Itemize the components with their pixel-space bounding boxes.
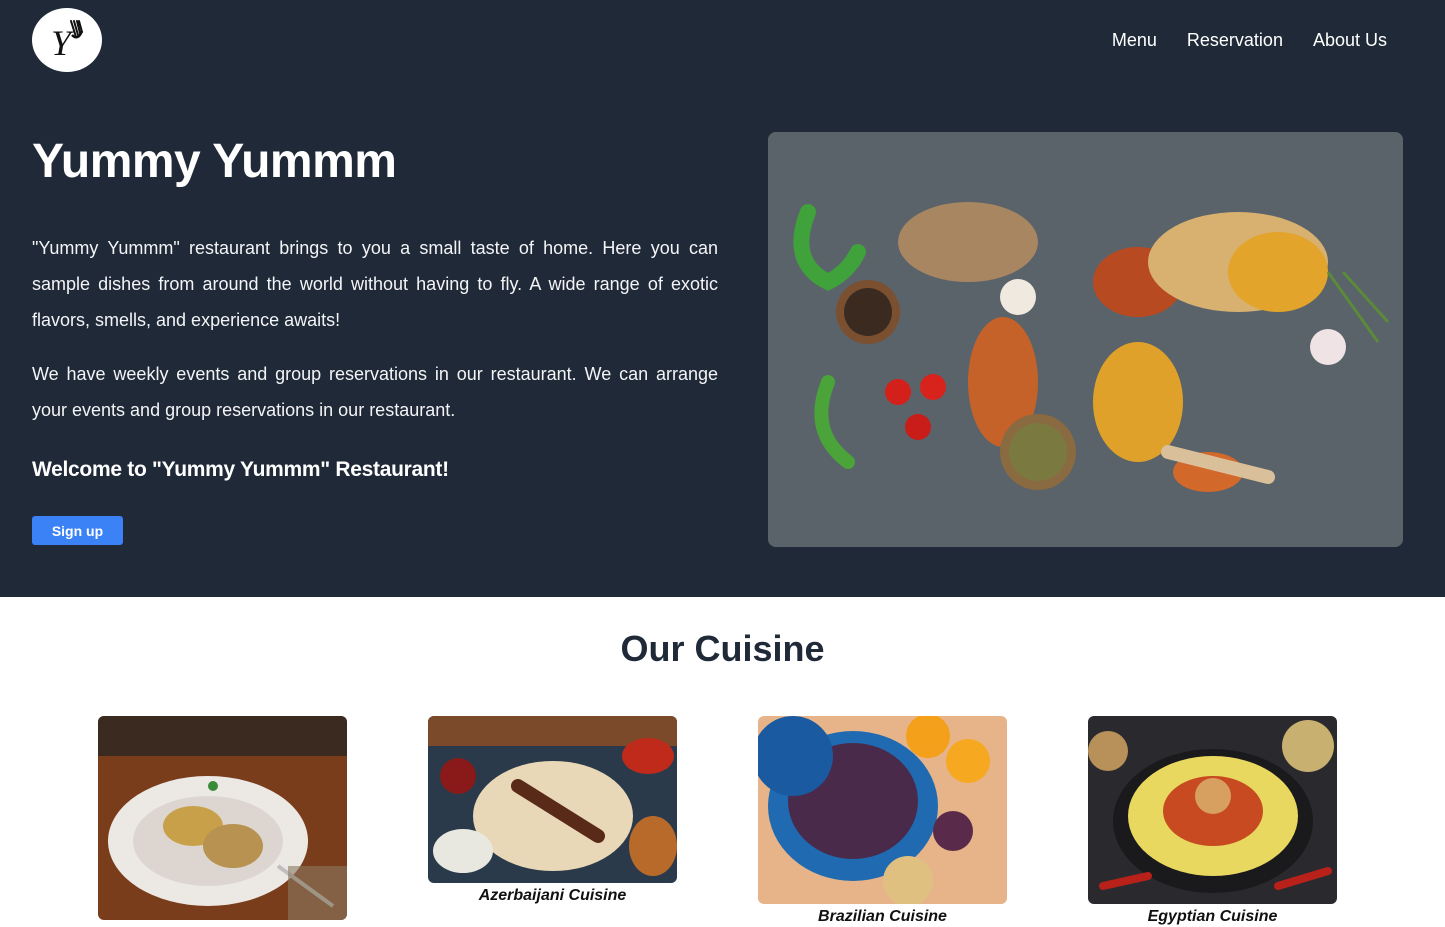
nav-links: Menu Reservation About Us — [1112, 28, 1387, 52]
stuffed-cabbage-image — [98, 716, 347, 920]
nav-about-link[interactable]: About Us — [1313, 28, 1387, 52]
fork-y-logo-icon: Y — [51, 20, 84, 63]
signup-button[interactable]: Sign up — [32, 516, 123, 545]
card-label: Egyptian Cuisine — [1147, 908, 1278, 925]
hero-section: Y Menu Reservation About Us Yummy Yummm … — [0, 0, 1445, 597]
restaurant-logo[interactable]: Y — [32, 8, 102, 72]
page-title: Yummy Yummm — [32, 135, 397, 188]
nav-menu-link[interactable]: Menu — [1112, 28, 1157, 52]
spices-world-map-image — [768, 132, 1403, 547]
intro-paragraph: "Yummy Yummm" restaurant brings to you a… — [32, 238, 718, 330]
events-paragraph: We have weekly events and group reservat… — [32, 364, 718, 420]
cuisine-card[interactable]: Azerbaijani Cuisine — [428, 716, 677, 906]
brazilian-cuisine-image — [758, 716, 1007, 904]
svg-text:Y: Y — [51, 23, 75, 63]
egyptian-cuisine-image — [1088, 716, 1337, 904]
section-title: Our Cuisine — [620, 628, 825, 669]
card-label: Azerbaijani Cuisine — [478, 887, 627, 904]
hero-text: Yummy Yummm "Yummy Yummm" restaurant bri… — [32, 134, 718, 545]
cuisine-card[interactable]: Egyptian Cuisine — [1088, 716, 1337, 927]
nav-reservation-link[interactable]: Reservation — [1187, 28, 1283, 52]
card-label: Brazilian Cuisine — [818, 908, 947, 925]
navbar: Y Menu Reservation About Us — [0, 0, 1445, 80]
welcome-heading: Welcome to "Yummy Yummm" Restaurant! — [32, 458, 449, 481]
azerbaijani-cuisine-image — [428, 716, 677, 883]
cuisine-card[interactable]: Brazilian Cuisine — [758, 716, 1007, 927]
cuisine-section: Our Cuisine Azerbaijani Cuisine Brazilia… — [0, 597, 1445, 926]
cuisine-card[interactable] — [98, 716, 347, 920]
